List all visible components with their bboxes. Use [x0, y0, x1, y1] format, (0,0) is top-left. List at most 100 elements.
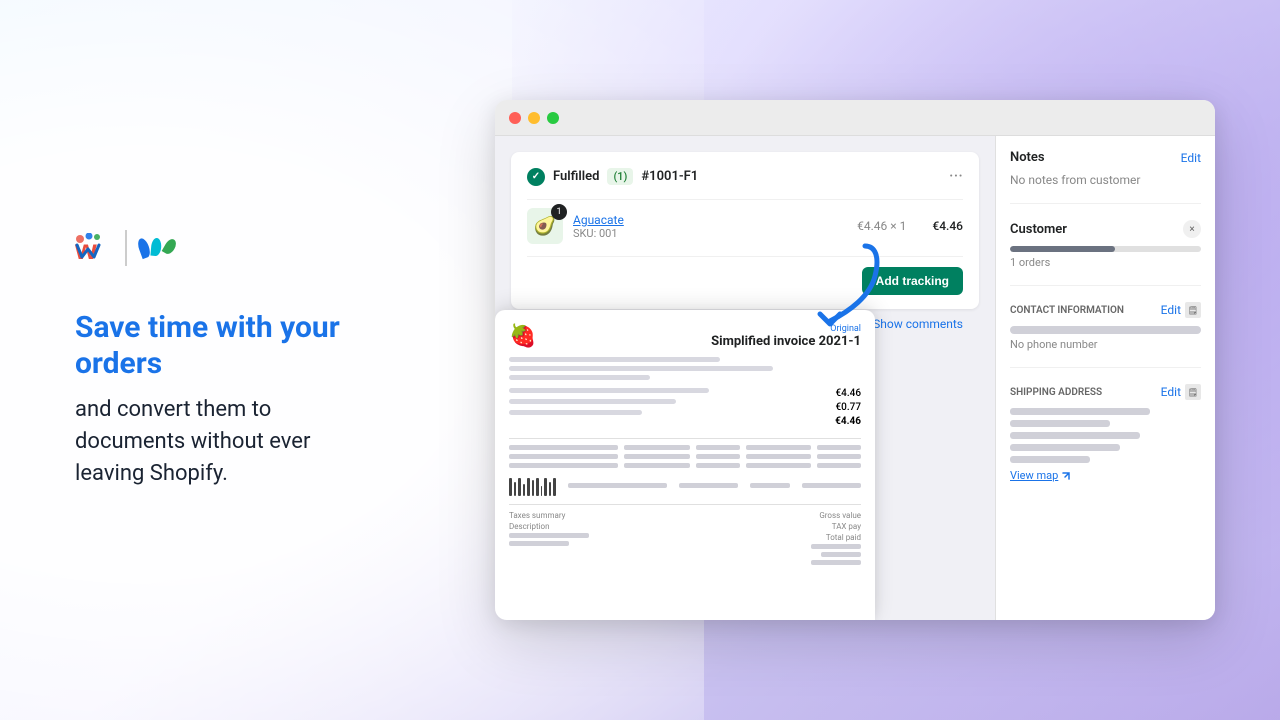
- product-row: 🥑 1 Aguacate SKU: 001 €4.46 × 1 €4.46: [527, 199, 963, 252]
- invoice-grid-lines: [509, 438, 861, 468]
- w-logo: w: [75, 233, 113, 263]
- browser-window: ✓ Fulfilled (1) #1001-F1 ··· 🥑 1: [495, 100, 1215, 620]
- address-bar-2: [1010, 420, 1110, 427]
- invoice-amount-row-1: €4.46: [741, 388, 861, 399]
- address-bar-3: [1010, 432, 1140, 439]
- address-bar-5: [1010, 456, 1090, 463]
- address-bar-1: [1010, 408, 1150, 415]
- notes-empty-text: No notes from customer: [1010, 173, 1201, 187]
- browser-content: ✓ Fulfilled (1) #1001-F1 ··· 🥑 1: [495, 136, 1215, 620]
- fulfilled-header: ✓ Fulfilled (1) #1001-F1 ···: [527, 166, 963, 187]
- invoice-amount-2: €0.77: [835, 402, 861, 413]
- contact-edit-link[interactable]: Edit: [1161, 303, 1181, 317]
- invoice-footer-right: Gross value TAX pay Total paid: [811, 511, 861, 568]
- left-panel: w Save time with your orders and convert: [0, 170, 460, 550]
- check-circle-icon: ✓: [527, 168, 545, 186]
- shipping-section-header: SHIPPING ADDRESS Edit 🗒: [1010, 384, 1201, 400]
- tax-pay-label: TAX pay: [811, 522, 861, 531]
- product-quantity: 1: [551, 204, 567, 220]
- w-logo-svg: w: [75, 233, 113, 263]
- notes-title: Notes: [1010, 150, 1045, 165]
- product-name-link[interactable]: Aguacate: [573, 213, 847, 227]
- invoice-header-bars: [509, 357, 861, 380]
- customer-progress-bar-fill: [1010, 246, 1115, 252]
- logo-divider: [125, 230, 127, 266]
- invoice-footer: Taxes summary Description Gross value TA…: [509, 504, 861, 568]
- invoice-title-block: Original Simplified invoice 2021-1: [711, 324, 861, 349]
- invoice-original-label: Original: [711, 324, 861, 334]
- invoice-barcode-row: [509, 474, 861, 496]
- contact-title: CONTACT INFORMATION: [1010, 305, 1124, 316]
- description-label: Description: [509, 522, 589, 531]
- invoice-amount-row-3: €4.46: [741, 416, 861, 427]
- product-price-total: €4.46: [932, 219, 963, 233]
- notes-edit-link[interactable]: Edit: [1181, 151, 1201, 165]
- browser-dot-yellow[interactable]: [528, 112, 540, 124]
- shipping-section: SHIPPING ADDRESS Edit 🗒: [1010, 384, 1201, 498]
- inv-grid-row-3: [509, 463, 861, 468]
- contact-info-bar: [1010, 326, 1201, 334]
- browser-chrome: [495, 100, 1215, 136]
- inv-body-line-2: [509, 399, 676, 404]
- total-paid-label: Total paid: [811, 533, 861, 542]
- taxes-summary-label: Taxes summary: [509, 511, 589, 520]
- shipping-title: SHIPPING ADDRESS: [1010, 387, 1102, 398]
- inv-body-line-1: [509, 388, 709, 393]
- invoice-amount-3: €4.46: [835, 416, 861, 427]
- external-link-icon: [1061, 471, 1071, 481]
- browser-dot-green[interactable]: [547, 112, 559, 124]
- description: and convert them to documents without ev…: [75, 394, 385, 490]
- leaf-logo: [139, 238, 173, 258]
- invoice-body: €4.46 €0.77 €4.46: [509, 388, 861, 430]
- inv-body-line-3: [509, 410, 642, 415]
- add-tracking-button[interactable]: Add tracking: [862, 267, 963, 295]
- product-thumbnail: 🥑 1: [527, 208, 563, 244]
- orders-count-text: 1 orders: [1010, 256, 1201, 269]
- gross-value-label: Gross value: [811, 511, 861, 520]
- inv-line-2: [509, 366, 773, 371]
- contact-section-header: CONTACT INFORMATION Edit 🗒: [1010, 302, 1201, 318]
- product-price-detail: €4.46 × 1: [857, 219, 906, 233]
- right-panel: ✓ Fulfilled (1) #1001-F1 ··· 🥑 1: [460, 80, 1280, 640]
- no-phone-text: No phone number: [1010, 338, 1201, 351]
- contact-copy-icon[interactable]: 🗒: [1185, 302, 1201, 318]
- inv-grid-row-2: [509, 454, 861, 459]
- invoice-header-row: 🍓 Original Simplified invoice 2021-1: [509, 324, 861, 349]
- contact-section: CONTACT INFORMATION Edit 🗒 No phone numb…: [1010, 302, 1201, 368]
- browser-dot-red[interactable]: [509, 112, 521, 124]
- product-info: Aguacate SKU: 001: [573, 213, 847, 240]
- contact-info-bar-row: [1010, 326, 1201, 334]
- right-sidebar: Notes Edit No notes from customer Custom…: [995, 136, 1215, 620]
- invoice-amount-row-2: €0.77: [741, 402, 861, 413]
- customer-title: Customer: [1010, 222, 1067, 237]
- invoice-title: Simplified invoice 2021-1: [711, 334, 861, 349]
- invoice-footer-left: Taxes summary Description: [509, 511, 589, 568]
- invoice-right-col: €4.46 €0.77 €4.46: [741, 388, 861, 430]
- inv-line-3: [509, 375, 650, 380]
- invoice-overlay: 🍓 Original Simplified invoice 2021-1: [495, 310, 875, 620]
- fulfilled-title: ✓ Fulfilled (1) #1001-F1: [527, 168, 698, 186]
- invoice-amount-1: €4.46: [835, 388, 861, 399]
- shipping-copy-icon[interactable]: 🗒: [1185, 384, 1201, 400]
- shipping-edit-link[interactable]: Edit: [1161, 385, 1181, 399]
- invoice-barcode: [509, 478, 556, 496]
- inv-line-1: [509, 357, 720, 362]
- notes-section: Notes Edit No notes from customer: [1010, 150, 1201, 204]
- fulfilled-card: ✓ Fulfilled (1) #1001-F1 ··· 🥑 1: [511, 152, 979, 309]
- logo-row: w: [75, 230, 385, 266]
- product-sku: SKU: 001: [573, 227, 847, 240]
- add-tracking-row: Add tracking: [527, 256, 963, 295]
- customer-close-button[interactable]: ×: [1183, 220, 1201, 238]
- customer-progress-bar-container: [1010, 246, 1201, 252]
- customer-section: Customer × 1 orders: [1010, 220, 1201, 286]
- fulfilled-badge: (1): [607, 168, 633, 185]
- invoice-logo: 🍓: [509, 324, 536, 349]
- more-options-icon[interactable]: ···: [949, 166, 963, 187]
- invoice-left-col: [509, 388, 731, 430]
- customer-section-header: Customer ×: [1010, 220, 1201, 238]
- tagline: Save time with your orders: [75, 310, 385, 382]
- address-lines: [1010, 408, 1201, 463]
- order-id: #1001-F1: [641, 169, 698, 184]
- view-map-link[interactable]: View map: [1010, 469, 1201, 482]
- notes-section-header: Notes Edit: [1010, 150, 1201, 165]
